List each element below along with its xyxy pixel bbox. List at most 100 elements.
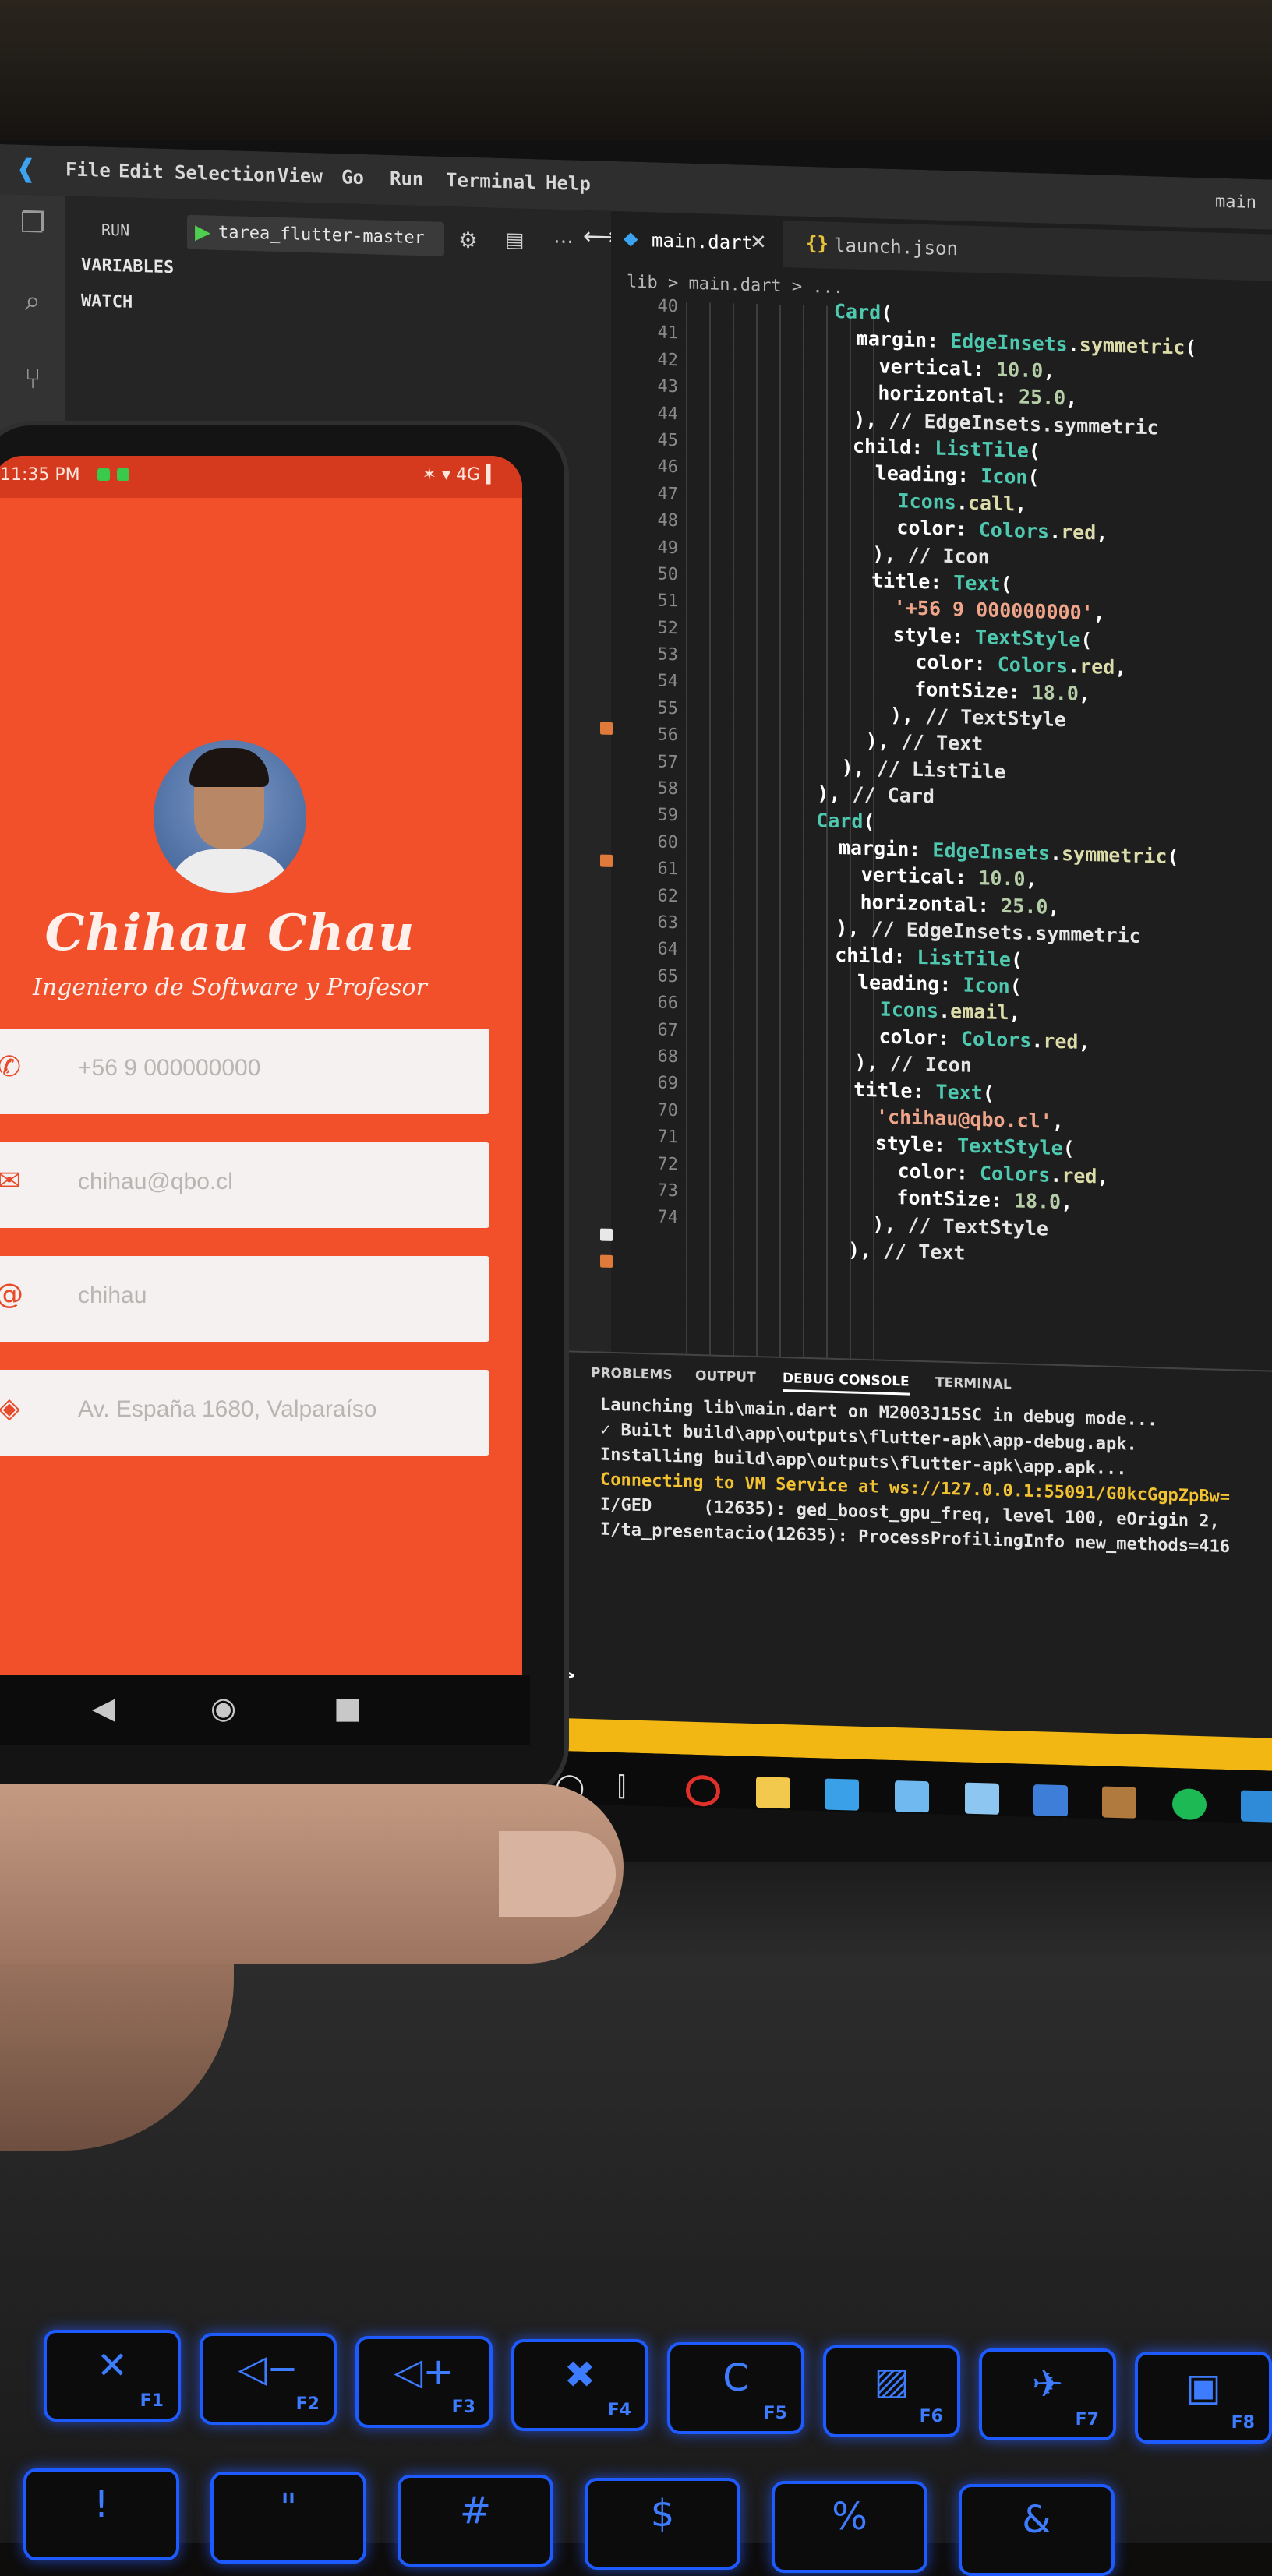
mail-app-icon[interactable]	[895, 1780, 929, 1813]
back-icon[interactable]: ◀	[92, 1691, 115, 1725]
key-symbol-label: #	[459, 2489, 492, 2532]
line-number: 59	[657, 805, 679, 826]
code-line[interactable]: Icons.call,	[898, 488, 1027, 518]
key-f4[interactable]: ✖ F4	[511, 2339, 648, 2431]
code-line[interactable]: ), // Icon	[872, 541, 990, 571]
at-icon: @	[0, 1279, 25, 1311]
code-line[interactable]: Card(	[834, 298, 892, 326]
breakpoint-marker[interactable]	[600, 1228, 613, 1241]
code-line[interactable]: title: Text(	[871, 567, 1012, 598]
avatar-hair	[189, 748, 269, 787]
status-time: 11:35 PM	[0, 465, 80, 485]
task-view-icon[interactable]: ⫿	[617, 1771, 626, 1802]
code-line[interactable]: ), // Card	[817, 780, 935, 810]
opera-icon[interactable]	[686, 1774, 720, 1807]
tab-problems[interactable]: PROBLEMS	[591, 1365, 673, 1383]
tab-launch-json-label[interactable]: launch.json	[834, 235, 958, 259]
key-f6[interactable]: ▨ F6	[823, 2345, 960, 2437]
line-number: 49	[657, 538, 679, 558]
start-debugging-icon[interactable]: ▶	[195, 215, 210, 250]
line-number: 48	[657, 510, 679, 531]
tab-output[interactable]: OUTPUT	[695, 1368, 756, 1385]
vscode-taskbar-icon[interactable]	[1241, 1790, 1272, 1823]
close-icon[interactable]: ✕	[750, 231, 767, 255]
key-symbol[interactable]: #	[398, 2475, 553, 2567]
line-number-gutter: 40 41 42 43 44 45 46 47 48 49 50 51 52 53 54 55 56 57 58 59…	[616, 292, 679, 1232]
code-line[interactable]: leading: Icon(	[857, 969, 1022, 1000]
code-line[interactable]: Card(	[816, 807, 874, 835]
camera-off-icon: ▣	[1185, 2366, 1221, 2409]
key-label: F1	[140, 2391, 164, 2411]
line-number: 61	[657, 859, 679, 880]
line-number: 71	[657, 1127, 679, 1148]
key-symbol-label: %	[832, 2495, 867, 2539]
contact-phone-text: +56 9 000000000	[78, 1055, 261, 1081]
refresh-icon: C	[723, 2356, 749, 2400]
key-symbol[interactable]: $	[585, 2478, 740, 2570]
display-off-icon: ▨	[874, 2359, 910, 2403]
key-symbol[interactable]: "	[210, 2472, 366, 2564]
code-line[interactable]: Icons.email,	[880, 997, 1021, 1027]
line-number: 45	[657, 430, 679, 451]
contact-card-handle[interactable]: @ chihau	[0, 1256, 489, 1342]
gear-icon[interactable]: ⚙	[458, 227, 478, 253]
key-label: F5	[763, 2404, 787, 2423]
watch-section[interactable]: WATCH	[81, 291, 132, 312]
code-line[interactable]: ), // Icon	[854, 1050, 972, 1080]
menu-terminal[interactable]: Terminal	[446, 169, 536, 193]
breakpoint-marker[interactable]	[600, 1254, 613, 1268]
contact-card-email[interactable]: ✉ chihau@qbo.cl	[0, 1142, 489, 1228]
code-line[interactable]: ), // Text	[866, 728, 984, 758]
contact-card-phone[interactable]: ✆ +56 9 000000000	[0, 1029, 489, 1114]
key-f1[interactable]: ✕ F1	[44, 2330, 181, 2422]
home-icon[interactable]: ◉	[210, 1691, 236, 1725]
menu-file[interactable]: File	[65, 158, 111, 182]
menu-view[interactable]: View	[277, 164, 323, 188]
menu-edit[interactable]: Edit	[118, 160, 164, 183]
tab-debug-console[interactable]: DEBUG CONSOLE	[783, 1371, 910, 1396]
variables-section[interactable]: VARIABLES	[81, 256, 174, 277]
menu-run[interactable]: Run	[390, 168, 423, 190]
search-icon[interactable]: ⌕	[16, 285, 50, 320]
recents-icon[interactable]: ■	[334, 1691, 362, 1725]
line-number: 72	[657, 1154, 679, 1174]
menu-help[interactable]: Help	[546, 172, 591, 196]
tab-main-dart-label[interactable]: main.dart	[652, 229, 753, 254]
store-icon[interactable]	[825, 1778, 859, 1811]
key-f2[interactable]: ◁− F2	[200, 2333, 337, 2425]
file-explorer-icon[interactable]	[756, 1777, 790, 1809]
line-number: 43	[657, 376, 679, 397]
key-f7[interactable]: ✈ F7	[979, 2348, 1116, 2440]
code-line[interactable]: leading: Icon(	[875, 461, 1040, 492]
source-control-icon[interactable]: ⑂	[16, 363, 50, 398]
key-symbol[interactable]: !	[23, 2468, 179, 2560]
breakpoint-marker[interactable]	[600, 722, 613, 735]
key-f3[interactable]: ◁+ F3	[355, 2336, 493, 2428]
tab-terminal[interactable]: TERMINAL	[935, 1375, 1012, 1393]
contact-card-address[interactable]: ◈ Av. España 1680, Valparaíso	[0, 1370, 489, 1456]
breakpoint-marker[interactable]	[600, 854, 613, 867]
line-number: 44	[657, 404, 679, 424]
key-symbol[interactable]: &	[959, 2484, 1115, 2576]
debug-console-icon[interactable]: ▤	[505, 228, 525, 252]
more-actions-icon[interactable]: ⋯	[553, 230, 574, 254]
line-number: 74	[657, 1207, 679, 1228]
line-number: 56	[657, 725, 679, 746]
menu-selection[interactable]: Selection	[175, 161, 276, 186]
menu-go[interactable]: Go	[341, 166, 364, 189]
code-line[interactable]: title: Text(	[853, 1076, 995, 1106]
minecraft-icon[interactable]	[1102, 1786, 1136, 1819]
key-f8[interactable]: ▣ F8	[1135, 2352, 1272, 2444]
explorer-icon[interactable]: ❐	[16, 207, 50, 242]
key-f5[interactable]: C F5	[667, 2342, 804, 2434]
line-number: 62	[657, 886, 679, 906]
run-configuration-select[interactable]: tarea_flutter-master	[187, 214, 444, 256]
spotify-icon[interactable]	[1172, 1788, 1207, 1821]
key-symbol[interactable]: %	[772, 2481, 928, 2573]
code-line[interactable]: ), // ListTile	[842, 754, 1006, 785]
key-label: F7	[1075, 2410, 1099, 2430]
line-number: 42	[657, 350, 679, 371]
code-line[interactable]: ), // Text	[848, 1237, 966, 1267]
paint-icon[interactable]	[1034, 1784, 1068, 1817]
app-icon[interactable]	[965, 1782, 999, 1815]
